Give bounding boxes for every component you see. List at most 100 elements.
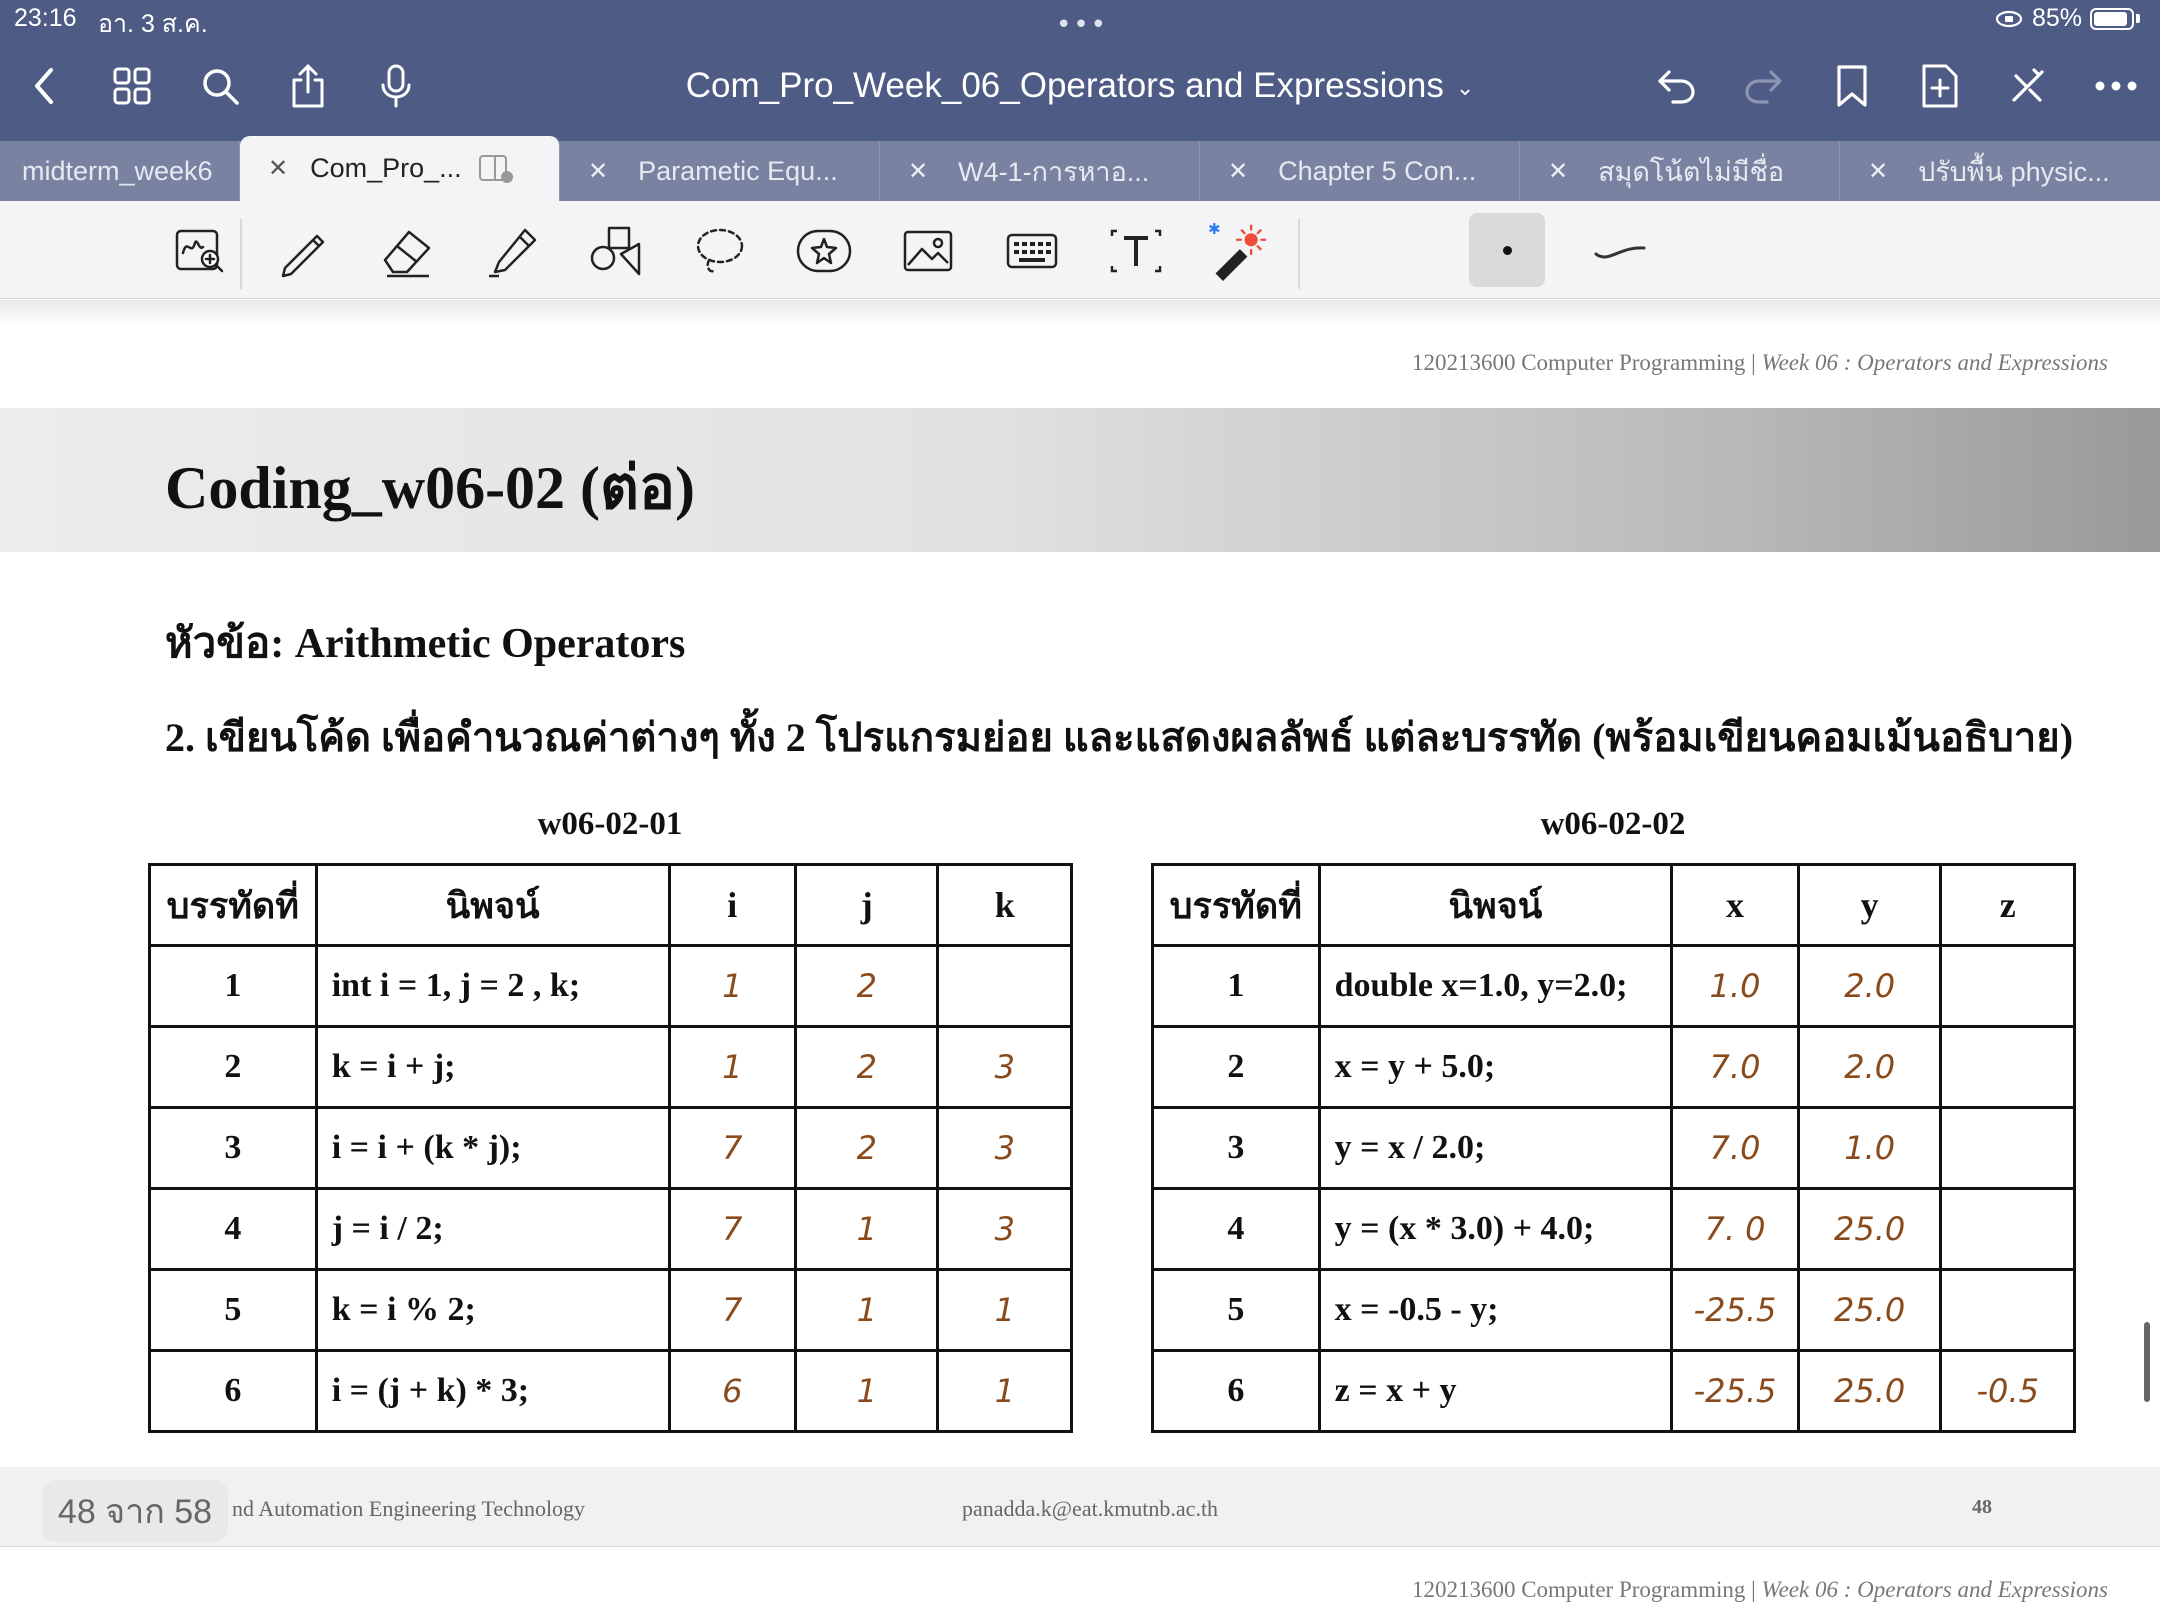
table1-caption: w06-02-01 [537,806,683,842]
tab-close-icon[interactable]: ✕ [1228,157,1248,186]
table-row: 1 double x=1.0, y=2.0; 1.0 2.0 [1151,944,2076,1028]
table-row: 4y = (x * 3.0) + 4.0; 7. 0 25.0 [1151,1187,2076,1271]
add-page-icon[interactable] [1916,62,1964,110]
status-time: 23:16 [14,4,77,32]
document-title: Com_Pro_Week_06_Operators and Expression… [685,66,1444,105]
handwritten-value: 1 [936,1349,1073,1433]
keyboard-icon[interactable] [1002,221,1062,281]
handwritten-value: 7 [667,1268,798,1352]
line-number: 4 [148,1187,318,1271]
undo-icon[interactable] [1652,62,1700,110]
topic-heading: หัวข้อ: Arithmetic Operators [165,621,686,667]
col-header-k: k [936,863,1073,947]
line-number: 5 [1151,1268,1321,1352]
handwritten-value: 1 [667,944,798,1028]
tab-close-icon[interactable]: ✕ [1868,157,1888,186]
tab-com-pro[interactable]: ✕ Com_Pro_... [240,136,560,201]
handwritten-value: 7.0 [1670,1106,1800,1190]
rotation-lock-icon [1995,10,2023,27]
line-number: 4 [1151,1187,1321,1271]
redo-icon[interactable] [1740,62,1788,110]
tab-untitled-notebook[interactable]: ✕ สมุดโน้ตไม่มีชื่อ [1520,141,1840,201]
svg-text:✱: ✱ [1208,220,1221,238]
handwritten-value: 25.0 [1796,1349,1943,1433]
expression: z = x + y [1317,1349,1674,1433]
handwritten-value: 7 [667,1187,798,1271]
lasso-icon[interactable] [690,221,750,281]
handwritten-value: 2.0 [1796,944,1943,1028]
scrollbar-thumb[interactable] [2144,1322,2150,1402]
expression: j = i / 2; [314,1187,671,1271]
eraser-icon[interactable] [378,221,438,281]
col-header-z: z [1939,863,2076,947]
chevron-down-icon: ⌄ [1455,74,1475,100]
col-header-line: บรรทัดที่ [1151,863,1321,947]
sticker-icon[interactable] [794,221,854,281]
handwritten-value [936,944,1073,1028]
image-icon[interactable] [898,221,958,281]
col-header-y: y [1796,863,1943,947]
tab-label: ปรับพื้น physic... [1918,156,2110,187]
tab-label: Com_Pro_... [310,153,462,183]
line-number: 5 [148,1268,318,1352]
handwritten-value: 1 [794,1349,940,1433]
trace-table-2: บรรทัดที่ นิพจน์ x y z 1 double x=1.0, y=… [1151,863,2076,1433]
pen-stroke-style[interactable] [1590,221,1650,281]
text-icon[interactable] [1106,221,1166,281]
expression: k = i % 2; [314,1268,671,1352]
table-header-row: บรรทัดที่ นิพจน์ x y z [1151,863,2076,947]
handwritten-value [1939,1268,2076,1352]
tab-close-icon[interactable]: ✕ [588,157,608,186]
handwritten-value [1939,1106,2076,1190]
tool-bar: ✱ [0,201,2160,299]
tab-close-icon[interactable]: ✕ [1548,157,1568,186]
pen-size-selector[interactable] [1469,213,1545,287]
zoom-write-icon[interactable] [170,221,230,281]
table-row: 2k = i + j; 1 2 3 [148,1025,1073,1109]
table-row: 6z = x + y -25.5 25.0 -0.5 [1151,1349,2076,1433]
page-indicator[interactable]: 48 จาก 58 [42,1480,228,1542]
more-icon[interactable] [2092,62,2140,110]
tab-parametic-equ[interactable]: ✕ Parametic Equ... [560,141,880,201]
close-edit-icon[interactable] [2004,62,2052,110]
handwritten-value: 2 [794,944,940,1028]
expression: x = -0.5 - y; [1317,1268,1674,1352]
next-page-header: 120213600 Computer Programming | Week 06… [1411,1577,2108,1602]
expression: double x=1.0, y=2.0; [1317,944,1674,1028]
footer-page-number: 48 [1972,1496,1992,1518]
laser-pointer-icon[interactable]: ✱ [1208,220,1268,281]
col-header-expression: นิพจน์ [1317,863,1674,947]
pen-icon[interactable] [272,221,332,281]
tab-close-icon[interactable]: ✕ [268,154,288,183]
expression: k = i + j; [314,1025,671,1109]
tab-physics[interactable]: ✕ ปรับพื้น physic... [1840,141,2160,201]
expression: i = i + (k * j); [314,1106,671,1190]
col-header-i: i [667,863,798,947]
shapes-icon[interactable] [586,221,646,281]
tab-midterm-week6[interactable]: midterm_week6 [0,141,240,201]
expression: int i = 1, j = 2 , k; [314,944,671,1028]
handwritten-value: 3 [936,1025,1073,1109]
handwritten-value: -25.5 [1670,1349,1800,1433]
tab-w4-1[interactable]: ✕ W4-1-การหาอ... [880,141,1200,201]
highlighter-icon[interactable] [482,221,542,281]
col-header-x: x [1670,863,1800,947]
tab-close-icon[interactable]: ✕ [908,157,928,186]
bookmark-icon[interactable] [1828,62,1876,110]
line-number: 1 [148,944,318,1028]
handwritten-value: 2 [794,1025,940,1109]
table-header-row: บรรทัดที่ นิพจน์ i j k [148,863,1073,947]
split-view-icon[interactable] [478,154,514,184]
tab-label: สมุดโน้ตไม่มีชื่อ [1598,156,1785,187]
status-date: อา. 3 ส.ค. [98,10,208,38]
multitask-dots-icon[interactable]: ••• [1056,10,1108,40]
tab-chapter-5[interactable]: ✕ Chapter 5 Con... [1200,141,1520,201]
handwritten-value: 1 [667,1025,798,1109]
table2-caption: w06-02-02 [1540,806,1686,842]
line-number: 1 [1151,944,1321,1028]
tab-label: Chapter 5 Con... [1278,155,1477,186]
handwritten-value: 1.0 [1796,1106,1943,1190]
battery-status: 85% [1994,4,2140,33]
line-number: 3 [1151,1106,1321,1190]
table-row: 2x = y + 5.0; 7.0 2.0 [1151,1025,2076,1109]
